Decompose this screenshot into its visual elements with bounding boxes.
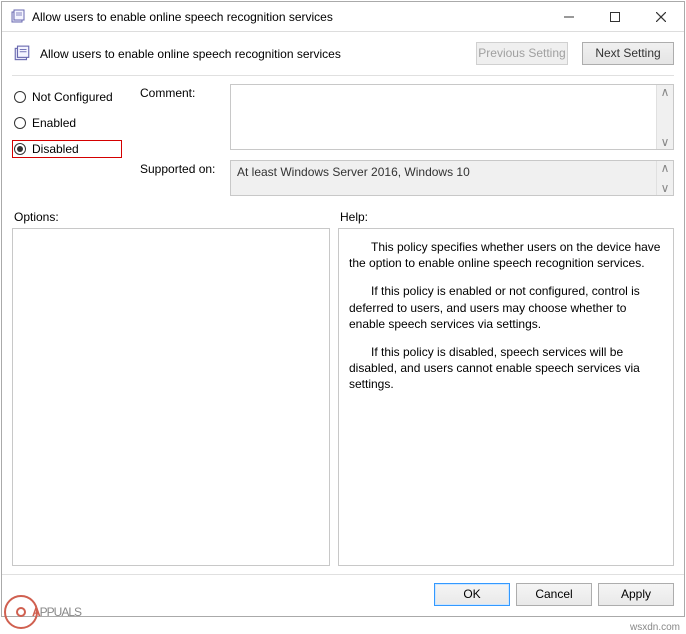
radio-icon xyxy=(14,117,26,129)
scroll-up-icon: ∧ xyxy=(661,161,670,175)
radio-not-configured[interactable]: Not Configured xyxy=(12,88,122,106)
comment-textarea[interactable]: ∧ ∨ xyxy=(230,84,674,150)
radio-enabled[interactable]: Enabled xyxy=(12,114,122,132)
radio-label: Disabled xyxy=(32,142,79,156)
scroll-down-icon: ∨ xyxy=(661,135,670,149)
help-paragraph: This policy specifies whether users on t… xyxy=(349,239,663,271)
radio-label: Not Configured xyxy=(32,90,113,104)
comment-scrollbar[interactable]: ∧ ∨ xyxy=(656,85,673,149)
radio-disabled[interactable]: Disabled xyxy=(12,140,122,158)
previous-setting-button[interactable]: Previous Setting xyxy=(476,42,568,65)
policy-item-icon xyxy=(12,44,32,64)
config-area: Not Configured Enabled Disabled Comment:… xyxy=(2,76,684,202)
panes: This policy specifies whether users on t… xyxy=(2,228,684,574)
help-label: Help: xyxy=(340,210,368,224)
cancel-button[interactable]: Cancel xyxy=(516,583,592,606)
scroll-up-icon: ∧ xyxy=(661,85,670,99)
apply-button[interactable]: Apply xyxy=(598,583,674,606)
credit-text: wsxdn.com xyxy=(630,622,680,633)
next-setting-button[interactable]: Next Setting xyxy=(582,42,674,65)
help-paragraph: If this policy is enabled or not configu… xyxy=(349,283,663,332)
supported-box: At least Windows Server 2016, Windows 10… xyxy=(230,160,674,196)
ok-button[interactable]: OK xyxy=(434,583,510,606)
maximize-button[interactable] xyxy=(592,2,638,31)
radio-icon xyxy=(14,91,26,103)
minimize-button[interactable] xyxy=(546,2,592,31)
supported-row: Supported on: At least Windows Server 20… xyxy=(140,160,674,196)
policy-title: Allow users to enable online speech reco… xyxy=(40,47,462,61)
help-content: This policy specifies whether users on t… xyxy=(339,229,673,565)
supported-label: Supported on: xyxy=(140,160,222,176)
options-label: Options: xyxy=(14,210,340,224)
help-paragraph: If this policy is disabled, speech servi… xyxy=(349,344,663,393)
scroll-down-icon: ∨ xyxy=(661,181,670,195)
radio-icon xyxy=(14,143,26,155)
window-controls xyxy=(546,2,684,31)
lower-labels: Options: Help: xyxy=(2,202,684,228)
state-radio-group: Not Configured Enabled Disabled xyxy=(12,84,122,196)
supported-value: At least Windows Server 2016, Windows 10 xyxy=(231,161,656,195)
radio-label: Enabled xyxy=(32,116,76,130)
policy-editor-window: Allow users to enable online speech reco… xyxy=(1,1,685,617)
dialog-footer: OK Cancel Apply xyxy=(2,574,684,616)
fields: Comment: ∧ ∨ Supported on: At least Wind… xyxy=(140,84,674,196)
close-button[interactable] xyxy=(638,2,684,31)
options-pane xyxy=(12,228,330,566)
supported-scrollbar[interactable]: ∧ ∨ xyxy=(656,161,673,195)
comment-row: Comment: ∧ ∨ xyxy=(140,84,674,150)
header: Allow users to enable online speech reco… xyxy=(2,32,684,75)
comment-value xyxy=(231,85,656,149)
policy-icon xyxy=(10,9,26,25)
help-pane: This policy specifies whether users on t… xyxy=(338,228,674,566)
window-title: Allow users to enable online speech reco… xyxy=(32,10,546,24)
comment-label: Comment: xyxy=(140,84,222,100)
titlebar: Allow users to enable online speech reco… xyxy=(2,2,684,32)
options-content xyxy=(13,229,329,565)
